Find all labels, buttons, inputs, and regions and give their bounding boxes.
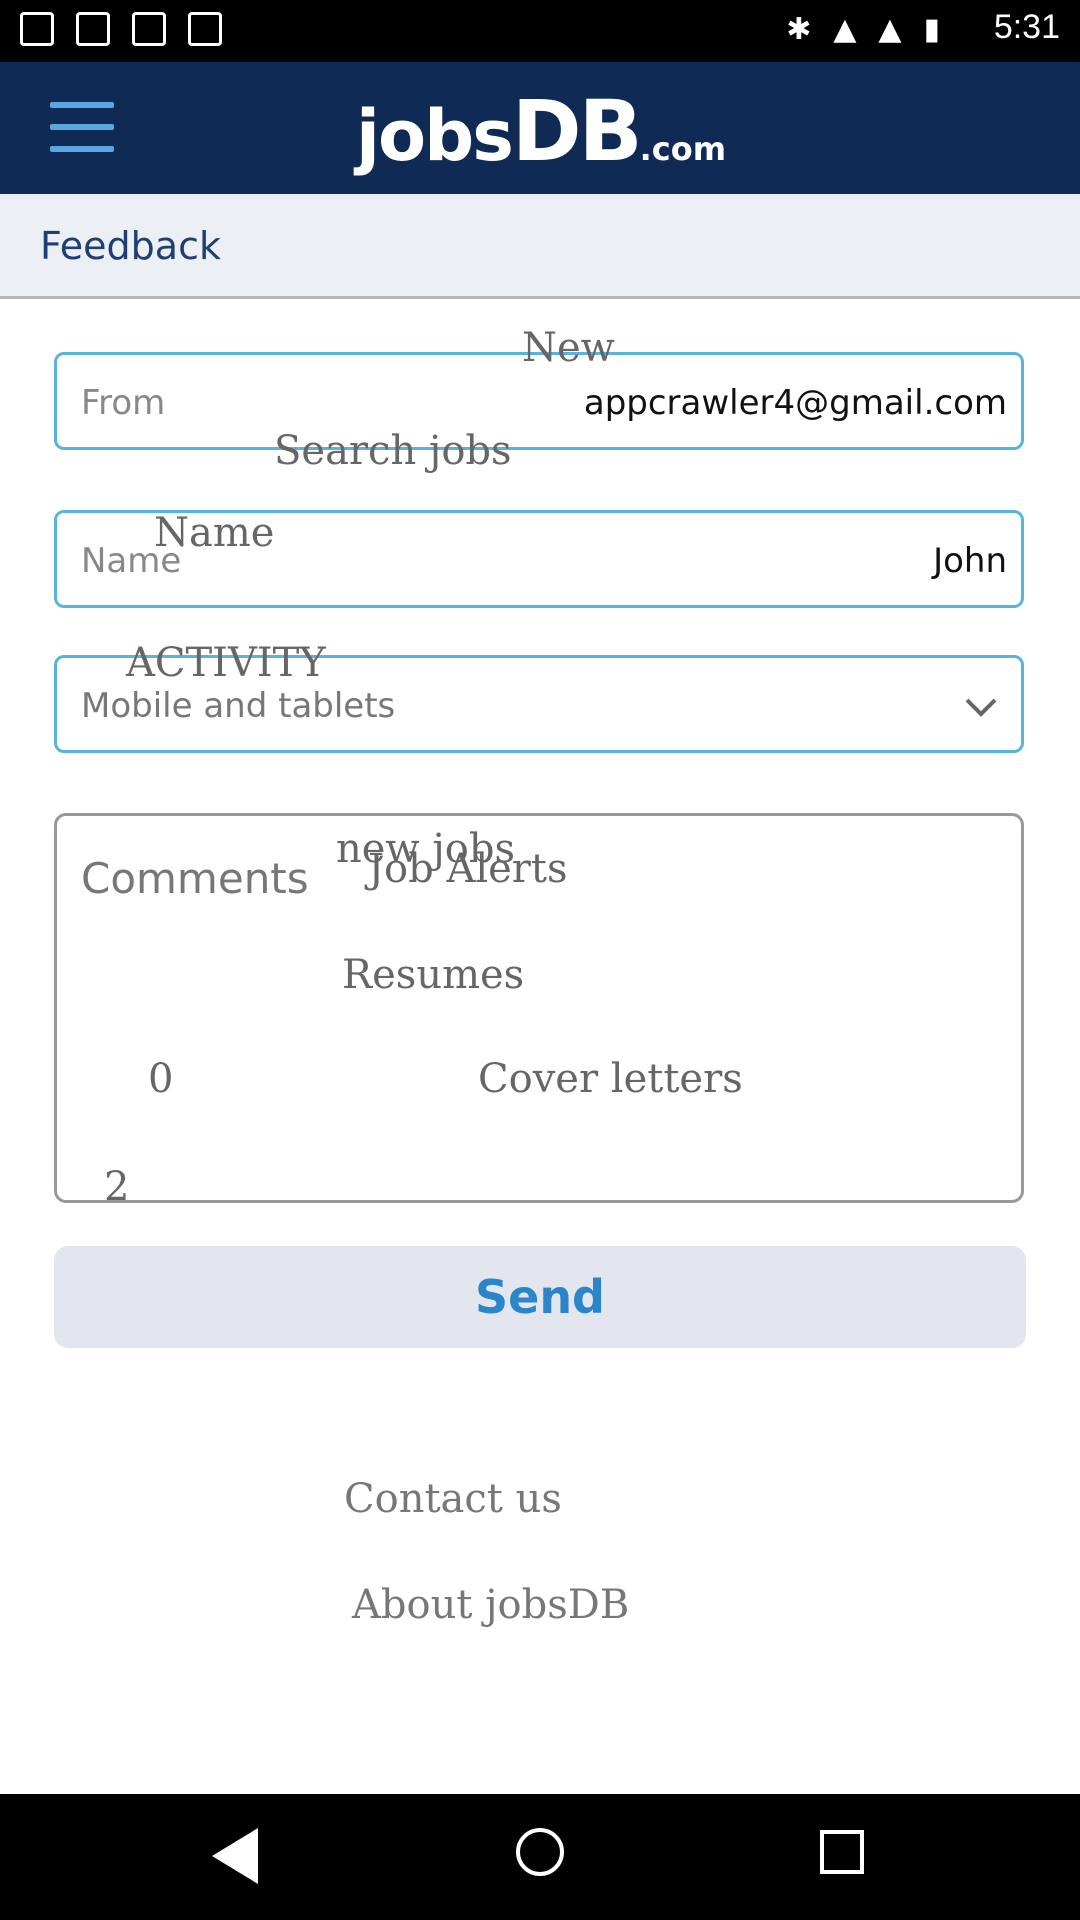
notification-icon bbox=[76, 12, 110, 46]
notification-icons bbox=[20, 12, 222, 46]
signal-icon: ▲ bbox=[833, 12, 857, 47]
name-value: John bbox=[933, 541, 1007, 581]
bluetooth-icon: ✱ bbox=[786, 12, 812, 47]
system-nav-bar bbox=[0, 1794, 1080, 1920]
page-title: Feedback bbox=[40, 224, 221, 268]
clock: 5:31 bbox=[993, 8, 1060, 46]
status-bar: ✱ ▲ ▲ ▮ 5:31 bbox=[0, 0, 1080, 62]
home-icon[interactable] bbox=[516, 1828, 564, 1876]
notification-icon bbox=[20, 12, 54, 46]
wifi-icon: ▲ bbox=[878, 12, 902, 47]
ghost-new: New bbox=[522, 325, 615, 371]
from-value: appcrawler4@gmail.com bbox=[583, 383, 1007, 423]
menu-icon[interactable] bbox=[50, 102, 114, 158]
system-icons: ✱ ▲ ▲ ▮ bbox=[786, 12, 940, 47]
battery-icon: ▮ bbox=[923, 12, 940, 47]
send-button[interactable]: Send bbox=[54, 1246, 1026, 1348]
recents-icon[interactable] bbox=[820, 1830, 864, 1874]
from-label: From bbox=[81, 383, 166, 423]
ghost-name: Name bbox=[154, 510, 275, 556]
contact-us-link[interactable]: Contact us bbox=[344, 1476, 562, 1522]
notification-icon bbox=[132, 12, 166, 46]
about-jobsdb-link[interactable]: About jobsDB bbox=[352, 1582, 629, 1628]
section-header: Feedback bbox=[0, 194, 1080, 299]
comments-placeholder: Comments bbox=[81, 854, 309, 903]
ghost-resumes: Resumes bbox=[342, 952, 525, 998]
ghost-job-alerts: Job Alerts bbox=[368, 846, 568, 892]
ghost-zero: 0 bbox=[148, 1056, 174, 1102]
chevron-down-icon bbox=[965, 698, 997, 717]
back-icon[interactable] bbox=[212, 1828, 258, 1884]
ghost-cover-letters: Cover letters bbox=[478, 1056, 743, 1102]
jobsdb-logo: jobsDB.com bbox=[356, 82, 727, 180]
category-value: Mobile and tablets bbox=[81, 686, 396, 726]
app-bar: jobsDB.com bbox=[0, 62, 1080, 194]
notification-icon bbox=[188, 12, 222, 46]
ghost-two: 2 bbox=[104, 1164, 130, 1210]
ghost-activity: ACTIVITY bbox=[126, 640, 326, 686]
ghost-search-jobs: Search jobs bbox=[274, 428, 512, 474]
